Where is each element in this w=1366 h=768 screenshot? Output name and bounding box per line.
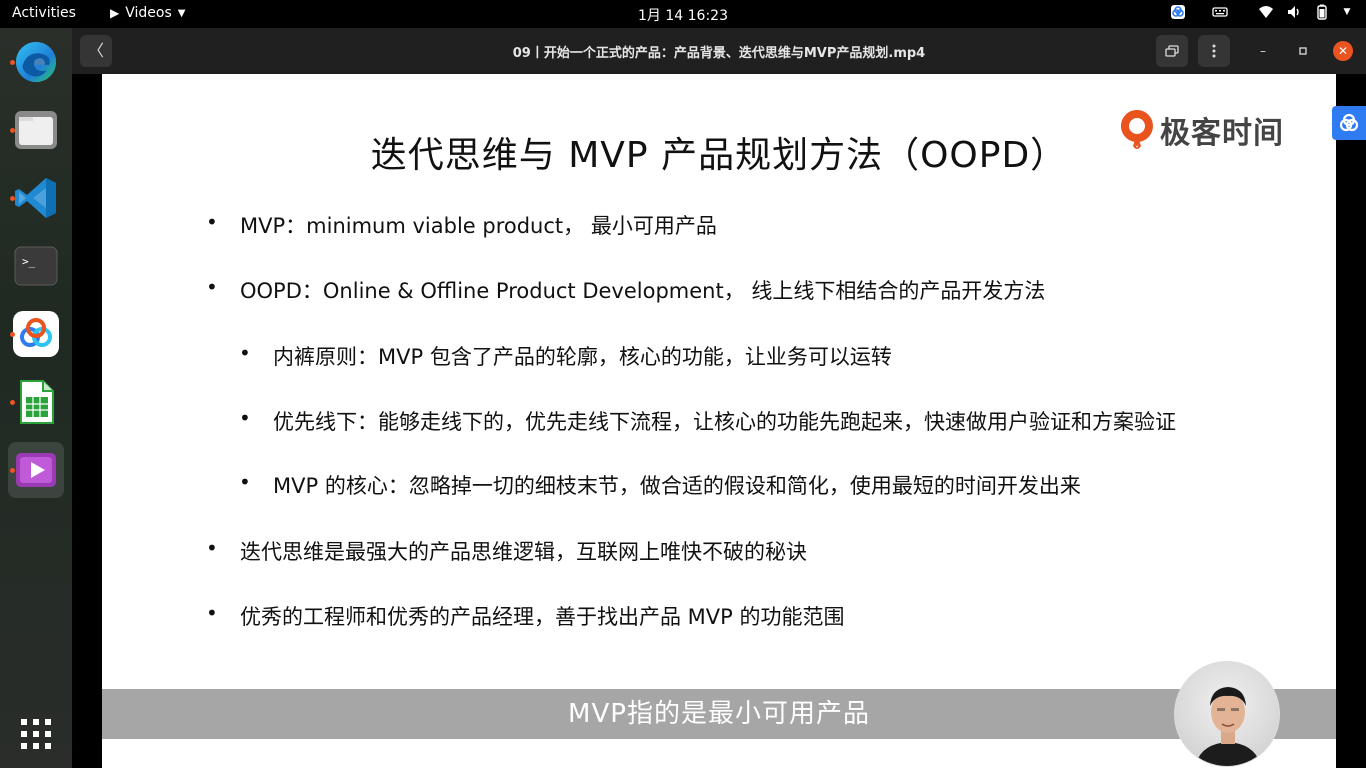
brand-logo: 极客时间 [1118,108,1284,152]
app-grid-icon [13,711,59,757]
bullet-item: • OOPD：Online & Offline Product Developm… [206,275,1046,305]
bullet-text: 优秀的工程师和优秀的产品经理，善于找出产品 MVP 的功能范围 [240,605,845,629]
bullet-dot: • [239,341,251,365]
sub-bullet-item: • 内裤原则：MVP 包含了产品的轮廓，核心的功能，让业务可以运转 [239,341,892,371]
subtitle-caption: MVP指的是最小可用产品 [102,689,1336,739]
svg-text:>_: >_ [22,255,36,268]
minimize-icon: – [1260,44,1266,58]
baidu-floating-button[interactable] [1332,106,1366,140]
bullet-text: OOPD：Online & Offline Product Developmen… [240,279,1046,303]
bullet-text: MVP：minimum viable product， 最小可用产品 [240,214,717,238]
presenter-avatar-icon [1195,687,1261,766]
minimize-button[interactable]: – [1253,41,1273,61]
bullet-dot: • [206,275,218,299]
window-overlap-icon [1165,45,1179,57]
bullet-item: • 迭代思维是最强大的产品思维逻辑，互联网上唯快不破的秘诀 [206,536,807,566]
bullet-dot: • [206,536,218,560]
volume-icon[interactable] [1286,4,1302,20]
baidu-netdisk-icon [13,311,59,357]
bullet-text: 迭代思维是最强大的产品思维逻辑，互联网上唯快不破的秘诀 [240,540,807,564]
clock-label: 1月 14 16:23 [638,8,728,24]
bullet-dot: • [239,406,251,430]
maximize-icon [1299,47,1307,55]
title-bar[interactable]: 〈 09丨开始一个正式的产品：产品背景、迭代思维与MVP产品规划.mp4 – ✕ [72,28,1366,74]
kebab-menu-icon [1212,44,1216,58]
bullet-dot: • [206,601,218,625]
baidu-netdisk-icon [1339,113,1359,132]
edge-icon [13,39,59,85]
dock-item-files[interactable] [8,102,64,158]
dock: >_ [0,28,72,768]
close-icon: ✕ [1337,44,1349,58]
bullet-item: • MVP：minimum viable product， 最小可用产品 [206,210,717,240]
files-icon [13,107,59,153]
bullet-dot: • [206,210,218,234]
running-indicator [10,196,15,201]
top-bar: Activities ▶ Videos ▼ 1月 14 16:23 ▼ [0,0,1366,28]
videos-icon [13,447,59,493]
bullet-dot: • [239,470,251,494]
dock-item-terminal[interactable]: >_ [8,238,64,294]
bullet-text: 内裤原则：MVP 包含了产品的轮廓，核心的功能，让业务可以运转 [273,345,892,369]
baidu-netdisk-tray-icon[interactable] [1170,4,1186,20]
running-indicator [10,60,15,65]
dock-item-edge[interactable] [8,34,64,90]
bullet-text: MVP 的核心：忽略掉一切的细枝末节，做合适的假设和简化，使用最短的时间开发出来 [273,474,1081,498]
maximize-button[interactable] [1293,41,1313,61]
brand-name: 极客时间 [1160,116,1284,151]
running-indicator [10,400,15,405]
dock-item-libreoffice-calc[interactable] [8,374,64,430]
sub-bullet-item: • MVP 的核心：忽略掉一切的细枝末节，做合适的假设和简化，使用最短的时间开发… [239,470,1081,500]
system-tray[interactable]: ▼ [1170,4,1352,20]
video-player-window: 〈 09丨开始一个正式的产品：产品背景、迭代思维与MVP产品规划.mp4 – ✕… [72,28,1366,768]
close-button[interactable]: ✕ [1333,41,1353,61]
chevron-down-icon[interactable]: ▼ [1342,4,1352,20]
keyboard-icon[interactable] [1212,4,1228,20]
geektime-logo-icon [1120,110,1153,149]
dock-item-baidu-netdisk[interactable] [8,306,64,362]
running-indicator [10,332,15,337]
bullet-text: 优先线下：能够走线下的，优先走线下流程，让核心的功能先跑起来，快速做用户验证和方… [273,410,1176,434]
sub-bullet-item: • 优先线下：能够走线下的，优先走线下流程，让核心的功能先跑起来，快速做用户验证… [239,406,1176,436]
running-indicator [10,468,15,473]
dock-item-vscode[interactable] [8,170,64,226]
menu-button[interactable] [1198,35,1230,67]
clock[interactable]: 1月 14 16:23 [0,5,1366,25]
vscode-icon [13,175,59,221]
battery-icon[interactable] [1314,4,1330,20]
show-applications-button[interactable] [8,706,64,762]
bullet-item: • 优秀的工程师和优秀的产品经理，善于找出产品 MVP 的功能范围 [206,601,845,631]
dock-item-videos[interactable] [8,442,64,498]
video-frame[interactable]: 迭代思维与 MVP 产品规划方法（OOPD） 极客时间 • MVP：minimu… [102,74,1336,768]
spreadsheet-icon [13,379,59,425]
wifi-icon[interactable] [1258,4,1274,20]
presenter-video-thumbnail [1174,661,1280,767]
restore-view-button[interactable] [1156,35,1188,67]
running-indicator [10,128,15,133]
terminal-icon: >_ [13,243,59,289]
